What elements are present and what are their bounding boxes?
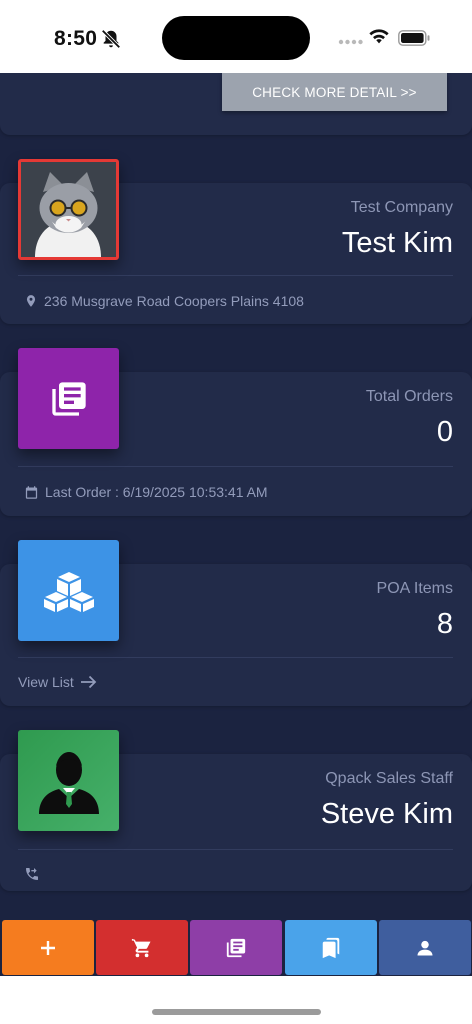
- wifi-icon: [369, 29, 389, 44]
- bookmarks-icon: [322, 937, 340, 958]
- dashboard-content[interactable]: CHECK MORE DETAIL >> Test Company Test K…: [0, 73, 472, 920]
- orders-nav-button[interactable]: [190, 920, 282, 975]
- customer-name: Test Kim: [341, 227, 453, 259]
- poa-items-label: POA Items: [376, 580, 453, 597]
- orders-tile[interactable]: [18, 348, 119, 449]
- total-orders-value: 0: [436, 416, 453, 448]
- poa-tile[interactable]: [18, 540, 119, 641]
- location-pin-icon: [26, 295, 36, 307]
- address-row: 236 Musgrave Road Coopers Plains 4108: [24, 293, 304, 309]
- status-time: 8:50: [54, 27, 98, 50]
- dynamic-island: [162, 16, 310, 60]
- divider: [18, 275, 453, 276]
- view-list-link[interactable]: View List: [18, 674, 97, 690]
- boxes-icon: [43, 571, 94, 612]
- home-indicator-area: [0, 976, 472, 1024]
- cart-icon: [131, 938, 151, 957]
- poa-items-value: 8: [436, 608, 453, 640]
- arrow-right-icon: [80, 675, 97, 689]
- view-list-text: View List: [18, 674, 74, 690]
- last-order-row: Last Order : 6/19/2025 10:53:41 AM: [24, 484, 268, 500]
- customer-avatar[interactable]: [18, 159, 119, 260]
- divider: [18, 466, 453, 467]
- company-name: Test Company: [350, 199, 453, 216]
- bookmarks-nav-button[interactable]: [285, 920, 377, 975]
- staff-name: Steve Kim: [320, 798, 453, 830]
- cat-with-sunglasses-photo: [21, 162, 116, 257]
- last-order-text: Last Order : 6/19/2025 10:53:41 AM: [45, 484, 268, 500]
- call-forward-button[interactable]: [24, 866, 40, 882]
- staff-role-label: Qpack Sales Staff: [325, 770, 453, 787]
- cart-nav-button[interactable]: [96, 920, 188, 975]
- calendar-icon: [25, 485, 38, 499]
- orders-list-icon: [51, 381, 86, 416]
- plus-icon: [41, 940, 55, 955]
- address-text: 236 Musgrave Road Coopers Plains 4108: [44, 293, 304, 309]
- staff-avatar-icon: [38, 751, 99, 814]
- phone-forward-icon: [26, 868, 38, 880]
- bottom-nav: [0, 920, 472, 976]
- staff-tile[interactable]: [18, 730, 119, 831]
- signal-icon: [338, 39, 363, 45]
- total-orders-label: Total Orders: [365, 388, 453, 405]
- bell-off-icon: [101, 29, 121, 49]
- person-icon: [417, 940, 433, 955]
- status-bar: 8:50: [0, 0, 472, 73]
- divider: [18, 657, 453, 658]
- add-nav-button[interactable]: [2, 920, 94, 975]
- profile-nav-button[interactable]: [379, 920, 471, 975]
- divider: [18, 849, 453, 850]
- home-indicator[interactable]: [152, 1009, 321, 1015]
- check-more-detail-button[interactable]: CHECK MORE DETAIL >>: [222, 73, 447, 111]
- orders-icon: [226, 938, 246, 957]
- battery-icon: [398, 30, 430, 46]
